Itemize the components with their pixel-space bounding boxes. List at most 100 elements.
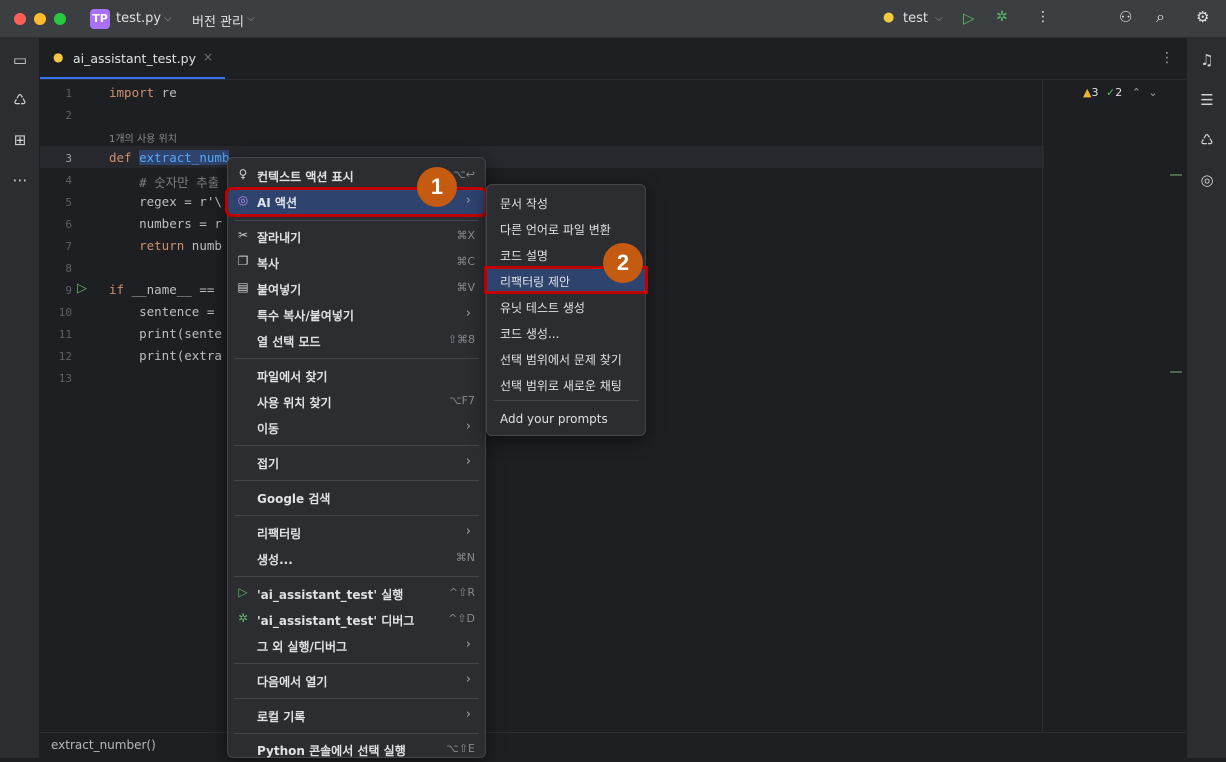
submenu-item-generate-code[interactable]: 코드 생성... [487, 321, 645, 343]
right-tool-strip: ♫ ☰ ♺ ◎ [1186, 38, 1226, 758]
menu-item-open-in[interactable]: 다음에서 열기 › [228, 669, 485, 693]
menu-item-column-select[interactable]: 열 선택 모드 ⇧⌘8 [228, 329, 485, 353]
chevron-down-icon[interactable]: ⌵ [935, 13, 943, 24]
tab-label: ai_assistant_test.py [73, 51, 196, 66]
line-number: 9 [65, 284, 72, 297]
ai-chat-icon[interactable]: ♺ [1197, 130, 1217, 150]
settings-icon[interactable]: ⚙ [1196, 8, 1209, 26]
breadcrumb[interactable]: extract_number() [51, 738, 156, 752]
title-bar: TP test.py ⌵ 버전 관리 ⌵ ● test ⌵ ▷ ✲ ⋮ ⚇ ⌕ … [0, 0, 1226, 38]
run-gutter-icon[interactable]: ▷ [77, 281, 87, 296]
menu-separator [493, 400, 639, 401]
debug-icon: ✲ [237, 611, 249, 625]
menu-item-cut[interactable]: ✂ 잘라내기 ⌘X [228, 225, 485, 249]
chevron-up-icon[interactable]: ⌃ [1132, 86, 1141, 99]
ai-assistant-icon[interactable]: ♺ [10, 90, 30, 110]
step-badge-1: 1 [417, 167, 457, 207]
minimize-window-button[interactable] [34, 13, 46, 25]
scroll-marker [1170, 371, 1182, 373]
tab-ai-assistant-test[interactable]: ● ai_assistant_test.py × [40, 38, 225, 79]
notifications-icon[interactable]: ♫ [1197, 50, 1217, 70]
menu-item-local-history[interactable]: 로컬 기록 › [228, 704, 485, 728]
menu-item-google-search[interactable]: Google 검색 [228, 486, 485, 510]
menu-separator [234, 480, 479, 481]
search-icon[interactable]: ⌕ [1156, 7, 1165, 27]
run-icon[interactable]: ▷ [963, 9, 975, 27]
chevron-down-icon[interactable]: ⌵ [164, 13, 172, 24]
code-line-5: regex = r'\ [109, 194, 222, 209]
menu-separator [234, 445, 479, 446]
line-number: 2 [65, 109, 72, 122]
close-icon[interactable]: × [203, 50, 213, 64]
folder-icon[interactable]: ▭ [10, 50, 30, 70]
line-number: 6 [65, 218, 72, 231]
menu-item-special-copy-paste[interactable]: 특수 복사/붙여넣기 › [228, 303, 485, 327]
vcs-menu[interactable]: 버전 관리 [192, 11, 244, 30]
menu-item-more-run-debug[interactable]: 그 외 실행/디버그 › [228, 634, 485, 658]
menu-item-go-to[interactable]: 이동 › [228, 416, 485, 440]
menu-separator [234, 220, 479, 221]
chevron-right-icon: › [465, 637, 471, 652]
code-line-1: import re [109, 85, 177, 100]
menu-item-paste[interactable]: ▤ 붙여넣기 ⌘V [228, 277, 485, 301]
structure-icon[interactable]: ⊞ [10, 130, 30, 150]
code-line-4: # 숫자만 추출 [109, 175, 220, 190]
line-number: 1 [65, 87, 72, 100]
submenu-item-add-prompts[interactable]: Add your prompts [487, 408, 645, 430]
menu-separator [234, 698, 479, 699]
database-icon[interactable]: ☰ [1197, 90, 1217, 110]
debug-icon[interactable]: ✲ [996, 9, 1008, 25]
chevron-right-icon: › [465, 193, 471, 208]
chevron-right-icon: › [465, 306, 471, 321]
left-tool-strip: ▭ ♺ ⊞ ⋯ [0, 38, 40, 758]
usage-hint[interactable]: 1개의 사용 위치 [109, 130, 177, 145]
run-icon: ▷ [238, 585, 248, 599]
menu-item-debug[interactable]: ✲'ai_assistant_test' 디버그 ^⇧D [228, 608, 485, 632]
run-config-selector[interactable]: test [903, 11, 928, 26]
close-window-button[interactable] [14, 13, 26, 25]
chevron-right-icon: › [465, 672, 471, 687]
code-line-3: def extract_numb [109, 150, 230, 165]
line-number: 11 [58, 328, 72, 341]
code-line-11: print(sente [109, 326, 222, 341]
project-name[interactable]: test.py [116, 11, 161, 26]
menu-item-refactor[interactable]: 리팩터링 › [228, 521, 485, 545]
line-number: 3 [65, 152, 72, 165]
code-line-10: sentence = [109, 304, 215, 319]
menu-item-find-usages[interactable]: 사용 위치 찾기 ⌥F7 [228, 390, 485, 414]
submenu-item-write-docs[interactable]: 문서 작성 [487, 191, 645, 213]
code-line-12: print(extra [109, 348, 222, 363]
menu-item-folding[interactable]: 접기 › [228, 451, 485, 475]
line-number: 5 [65, 196, 72, 209]
chevron-down-icon[interactable]: ⌄ [1148, 86, 1157, 99]
paste-icon: ▤ [237, 280, 249, 294]
menu-item-run[interactable]: ▷'ai_assistant_test' 실행 ^⇧R [228, 582, 485, 606]
project-badge[interactable]: TP [90, 9, 110, 29]
check-icon: ✓ [1105, 86, 1116, 99]
submenu-item-find-problems[interactable]: 선택 범위에서 문제 찾기 [487, 347, 645, 369]
inspection-widget[interactable]: ▲3 ✓2 ⌃ ⌄ [1083, 86, 1158, 99]
code-line-6: numbers = r [109, 216, 222, 231]
menu-item-copy[interactable]: ❐ 복사 ⌘C [228, 251, 485, 275]
maximize-window-button[interactable] [54, 13, 66, 25]
submenu-item-convert-file[interactable]: 다른 언어로 파일 변환 [487, 217, 645, 239]
more-tools-icon[interactable]: ⋯ [10, 170, 30, 190]
submenu-item-new-chat[interactable]: 선택 범위로 새로운 채팅 [487, 373, 645, 395]
more-vertical-icon[interactable]: ⋮ [1160, 50, 1174, 66]
menu-item-python-console[interactable]: Python 콘솔에서 선택 실행 ⌥⇧E [228, 738, 485, 762]
chevron-down-icon[interactable]: ⌵ [247, 13, 255, 24]
add-user-icon[interactable]: ⚇ [1119, 8, 1132, 26]
more-vertical-icon[interactable]: ⋮ [1036, 9, 1050, 25]
chevron-right-icon: › [465, 454, 471, 469]
menu-separator [234, 663, 479, 664]
submenu-item-generate-unit-tests[interactable]: 유닛 테스트 생성 [487, 295, 645, 317]
menu-item-find-in-files[interactable]: 파일에서 찾기 [228, 364, 485, 388]
ai-spiral-icon: ◎ [237, 193, 249, 207]
copy-icon: ❐ [237, 254, 249, 268]
line-number: 10 [58, 306, 72, 319]
menu-item-generate[interactable]: 생성... ⌘N [228, 547, 485, 571]
line-number: 12 [58, 350, 72, 363]
spiral-icon[interactable]: ◎ [1197, 170, 1217, 190]
chevron-right-icon: › [465, 524, 471, 539]
python-file-icon: ● [53, 50, 64, 64]
